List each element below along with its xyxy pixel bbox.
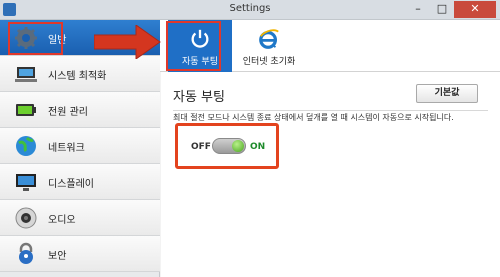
sidebar-item-label: 네트워크 bbox=[48, 143, 85, 154]
sidebar-item-network[interactable]: 네트워크 bbox=[0, 128, 160, 164]
sidebar-item-label: 오디오 bbox=[48, 215, 76, 226]
toggle-on-label: ON bbox=[250, 142, 266, 152]
settings-window: Settings – □ ✕ 일반 시스템 최적화 전원 관리 네트워크 디스플… bbox=[0, 0, 500, 277]
sidebar-item-label: 시스템 최적화 bbox=[48, 71, 107, 82]
speaker-icon bbox=[15, 207, 37, 229]
lock-icon bbox=[19, 242, 33, 264]
sidebar-item-label: 보안 bbox=[48, 251, 67, 262]
minimize-button[interactable]: – bbox=[406, 1, 430, 18]
content-panel: 자동 부팅 기본값 최대 절전 모드나 시스템 종료 상태에서 덮개를 열 때 … bbox=[161, 72, 500, 277]
monitor-icon bbox=[16, 174, 36, 191]
highlight-box-general bbox=[8, 22, 63, 55]
toggle-off-label: OFF bbox=[191, 142, 211, 152]
description-text: 최대 절전 모드나 시스템 종료 상태에서 덮개를 열 때 시스템이 자동으로 … bbox=[173, 113, 454, 122]
close-button[interactable]: ✕ bbox=[454, 1, 496, 18]
sidebar-item-security[interactable]: 보안 bbox=[0, 236, 160, 272]
laptop-icon bbox=[15, 67, 37, 82]
tab-label: 인터넷 초기화 bbox=[242, 57, 296, 67]
globe-icon bbox=[16, 136, 36, 156]
toggle-highlight-box: OFF ON bbox=[175, 123, 279, 169]
sidebar-item-optimization[interactable]: 시스템 최적화 bbox=[0, 56, 160, 92]
sidebar-item-label: 디스플레이 bbox=[48, 179, 94, 190]
default-button[interactable]: 기본값 bbox=[416, 84, 478, 103]
title-bar: Settings – □ ✕ bbox=[0, 0, 500, 20]
auto-boot-toggle[interactable] bbox=[212, 138, 246, 154]
page-title: 자동 부팅 bbox=[173, 90, 225, 105]
sidebar-item-audio[interactable]: 오디오 bbox=[0, 200, 160, 236]
sidebar-item-power[interactable]: 전원 관리 bbox=[0, 92, 160, 128]
sidebar-item-display[interactable]: 디스플레이 bbox=[0, 164, 160, 200]
sidebar-item-label: 전원 관리 bbox=[48, 107, 88, 118]
divider bbox=[173, 110, 488, 111]
battery-icon bbox=[16, 104, 36, 116]
ie-icon bbox=[259, 29, 279, 49]
arrow-annotation bbox=[94, 25, 161, 59]
highlight-box-auto-boot bbox=[166, 21, 221, 71]
maximize-button[interactable]: □ bbox=[430, 1, 454, 18]
tab-internet-reset[interactable]: 인터넷 초기화 bbox=[232, 20, 306, 72]
toggle-knob[interactable] bbox=[232, 140, 244, 152]
